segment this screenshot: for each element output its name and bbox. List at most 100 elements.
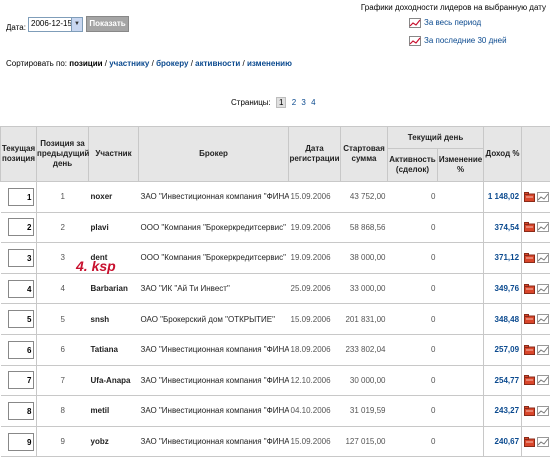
sort-label: Сортировать по: [6, 59, 68, 68]
chart-link-all[interactable]: За весь период [409, 18, 481, 28]
folder-icon[interactable] [524, 344, 536, 355]
broker-cell: ЗАО "Инвестиционная компания "ФИНАМ" [138, 395, 289, 427]
user-cell[interactable]: Ufa-Anapa [88, 365, 139, 397]
prev-position-cell: 7 [36, 365, 89, 397]
user-cell[interactable]: snsh [88, 303, 139, 335]
reg-date-cell: 15.09.2006 [288, 181, 341, 213]
page-link[interactable]: 3 [301, 98, 305, 107]
activity-cell: 0 [387, 303, 438, 335]
folder-icon[interactable] [524, 375, 536, 386]
chart-icon[interactable] [537, 191, 550, 202]
folder-icon[interactable] [524, 314, 536, 325]
user-cell[interactable]: Barbarian [88, 273, 139, 305]
col-header-activity[interactable]: Активность (сделок) [387, 148, 438, 182]
chart-icon[interactable] [537, 375, 550, 386]
broker-cell: ОАО "Брокерский дом "ОТКРЫТИЕ" [138, 303, 289, 335]
chart-icon[interactable] [537, 222, 550, 233]
income-cell: 374,54 [483, 212, 522, 244]
folder-icon[interactable] [524, 436, 536, 447]
folder-icon[interactable] [524, 222, 536, 233]
col-header-position[interactable]: Текущая позиция [0, 126, 37, 182]
position-number: 7 [27, 376, 32, 386]
reg-date-cell: 15.09.2006 [288, 426, 341, 457]
chart-icon[interactable] [537, 405, 550, 416]
start-sum-cell: 58 868,56 [340, 212, 388, 244]
reg-date-cell: 12.10.2006 [288, 365, 341, 397]
activity-cell: 0 [387, 212, 438, 244]
user-cell[interactable]: plavi [88, 212, 139, 244]
start-sum-cell: 38 000,00 [340, 242, 388, 274]
table-row: 6 6 Tatiana ЗАО "Инвестиционная компания "Ф… [0, 334, 550, 366]
col-header-broker[interactable]: Брокер [138, 126, 289, 182]
chart-link-30-label[interactable]: За последние 30 дней [424, 36, 507, 45]
user-cell[interactable]: metil [88, 395, 139, 427]
chart-icon[interactable] [537, 344, 550, 355]
chevron-down-icon[interactable]: ▼ [71, 18, 82, 31]
folder-icon[interactable] [524, 191, 536, 202]
position-box: 5 [7, 310, 34, 329]
position-cell: 6 [0, 334, 37, 366]
broker-cell: ЗАО "Инвестиционная компания "ФИНАМ" [138, 181, 289, 213]
start-sum-cell: 201 831,00 [340, 303, 388, 335]
col-header-change[interactable]: Изменение % [436, 148, 485, 182]
chart-link-all-label[interactable]: За весь период [424, 18, 481, 27]
start-sum-cell: 33 000,00 [340, 273, 388, 305]
income-cell: 243,27 [483, 395, 522, 427]
start-sum-cell: 43 752,00 [340, 181, 388, 213]
page-current: 1 [276, 97, 287, 108]
sort-option-broker[interactable]: брокеру [156, 59, 188, 68]
sort-separator: / [104, 59, 107, 68]
tools-cell [521, 395, 550, 427]
position-cell: 7 [0, 365, 37, 397]
position-box: 7 [7, 371, 34, 390]
position-number: 5 [27, 315, 32, 325]
sort-option-position: позиции [69, 59, 103, 68]
change-cell [437, 365, 484, 397]
chart-icon[interactable] [537, 252, 550, 263]
sort-option-change[interactable]: изменению [247, 59, 292, 68]
sort-option-user[interactable]: участнику [109, 59, 149, 68]
col-header-user[interactable]: Участник [88, 126, 139, 182]
folder-icon[interactable] [524, 252, 536, 263]
page-link[interactable]: 2 [292, 98, 296, 107]
position-number: 4 [27, 284, 32, 294]
position-cell: 8 [0, 395, 37, 427]
start-sum-cell: 30 000,00 [340, 365, 388, 397]
folder-icon[interactable] [524, 405, 536, 416]
date-label: Дата: [6, 23, 26, 32]
reg-date-cell: 04.10.2006 [288, 395, 341, 427]
user-cell[interactable]: noxer [88, 181, 139, 213]
user-cell[interactable]: Tatiana [88, 334, 139, 366]
chart-icon[interactable] [537, 314, 550, 325]
change-cell [437, 273, 484, 305]
folder-icon[interactable] [524, 283, 536, 294]
position-cell: 2 [0, 212, 37, 244]
reg-date-cell: 15.09.2006 [288, 303, 341, 335]
col-header-prev-position: Позиция за предыдущий день [36, 126, 89, 182]
income-cell: 348,48 [483, 303, 522, 335]
tools-cell [521, 365, 550, 397]
change-cell [437, 395, 484, 427]
start-sum-cell: 31 019,59 [340, 395, 388, 427]
income-cell: 1 148,02 [483, 181, 522, 213]
chart-link-30[interactable]: За последние 30 дней [409, 36, 507, 46]
chart-icon[interactable] [537, 283, 550, 294]
change-cell [437, 303, 484, 335]
prev-position-cell: 6 [36, 334, 89, 366]
position-cell: 1 [0, 181, 37, 213]
position-cell: 3 [0, 242, 37, 274]
line-chart-icon [409, 18, 421, 28]
page-link[interactable]: 4 [311, 98, 315, 107]
change-cell [437, 242, 484, 274]
date-select[interactable]: 2006-12-15 ▼ [28, 17, 83, 32]
activity-cell: 0 [387, 426, 438, 457]
chart-icon[interactable] [537, 436, 550, 447]
reg-date-cell: 18.09.2006 [288, 334, 341, 366]
position-box: 1 [7, 187, 34, 206]
tools-cell [521, 273, 550, 305]
sort-separator: / [190, 59, 193, 68]
show-button[interactable]: Показать [86, 16, 129, 32]
sort-option-activity[interactable]: активности [195, 59, 240, 68]
user-cell[interactable]: yobz [88, 426, 139, 457]
table-row: 8 8 metil ЗАО "Инвестиционная компания "ФИН… [0, 395, 550, 427]
